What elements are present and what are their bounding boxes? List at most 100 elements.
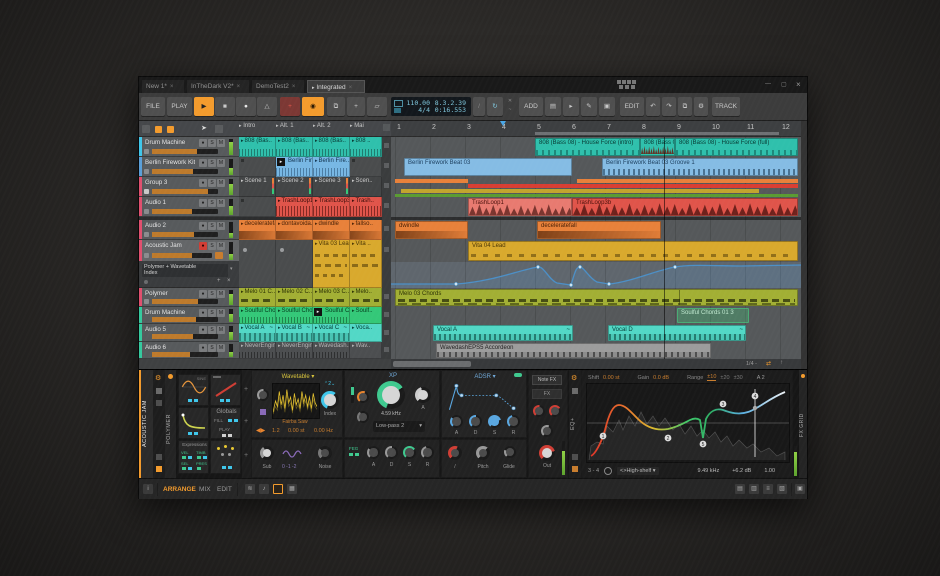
launcher-clip[interactable]: ▸Melo.. [350,288,382,307]
mute-button[interactable]: M [217,139,225,147]
add-track-button[interactable]: ADD [519,97,543,116]
browser-panel-icon[interactable]: ▤ [735,484,745,494]
clip-mod-icon[interactable] [260,409,266,415]
eq-orange-icon[interactable] [572,466,578,472]
mod-slot-icon[interactable] [188,467,192,470]
mod-slot-icon[interactable] [203,456,207,459]
arranger-clip[interactable]: Berlin Firework Beat 03 Groove 1 [602,158,798,176]
arranger-clip[interactable]: WavedashEPS5 Accordeon [436,343,711,358]
group-scene-clip[interactable]: ▸Scene 3 [313,177,350,197]
stop-button[interactable]: ■ [215,97,235,116]
clip-play-icon[interactable]: ▸ [315,325,318,331]
inspector-panel-icon[interactable]: ▥ [749,484,759,494]
res-knob[interactable] [415,387,431,403]
info-icon[interactable]: i [143,484,153,494]
dropdown-icon[interactable]: ▾ [311,374,314,380]
track-row-berlin-firework-kit[interactable]: Berlin Firework Kit ●SM [139,157,239,177]
io-panel-icon[interactable]: ▧ [777,484,787,494]
launcher-clip[interactable]: ▸NeverEngin.. [276,342,313,359]
clip-play-icon[interactable]: ▸ [315,198,318,204]
browser-button[interactable]: ▣ [599,97,615,116]
group-scene-clip[interactable]: ▸Scene 1 [239,177,276,197]
track-menu-button[interactable]: TRACK [712,97,740,116]
launcher-clip[interactable]: ▸deceleratefall [239,220,276,240]
feg-d-knob[interactable] [385,446,398,459]
group-mini-clip[interactable] [468,184,798,188]
env-link-icon[interactable] [514,373,522,377]
solo-button[interactable]: S [208,159,216,167]
arm-button[interactable]: ● [199,179,207,187]
track-row-audio-1[interactable]: Audio 1 ●SM [139,197,239,217]
track-row-drum-machine-2[interactable]: Drum Machine ●SM [139,307,239,324]
launcher-clip[interactable]: ▸808 (Bas.. [276,137,313,157]
device-panel-icon-active[interactable] [273,484,283,494]
mod-slot-icon[interactable] [182,467,186,470]
launcher-clip[interactable]: ▸808 .. [350,137,382,157]
launcher-clip[interactable]: ▸Vocal C~ [313,324,350,342]
eq-band-type-dropdown[interactable]: <>High-shelf ▾ [617,467,658,475]
eq-layers-icon[interactable] [572,388,578,394]
out-knob[interactable] [539,445,555,461]
track-row-audio-5[interactable]: Audio 5 ●SM [139,324,239,342]
file-menu-button[interactable]: FILE [141,97,165,116]
solo-button[interactable]: S [208,290,216,298]
clip-play-icon[interactable]: ▸ [278,178,281,184]
add-modulator-button[interactable]: + [244,452,248,459]
clip-play-icon[interactable]: ▸ [352,198,355,204]
arranger-clip[interactable]: 808 (Bass 08) - House Force (full) [675,138,798,156]
automation-follow-button[interactable]: / [473,97,485,116]
dropdown-icon[interactable]: ▾ [653,468,656,474]
launcher-clip[interactable]: ▸dontavoida.. [276,220,313,240]
project-tab[interactable]: New 1*× [142,80,184,93]
settings-button[interactable]: ⚙ [694,97,708,116]
mute-button[interactable]: M [217,199,225,207]
fill-button[interactable]: ◉ [302,97,324,116]
sub-knob[interactable] [260,446,274,460]
scene-header[interactable]: ▸ Mai [350,123,382,129]
arm-button[interactable]: ● [199,309,207,317]
volume-fader[interactable] [152,253,212,258]
mod-expressions[interactable]: Expressions VEL TIMB SEL PRES [178,440,209,474]
stop-dot-icon[interactable] [243,248,247,252]
volume-fader[interactable] [152,189,218,194]
record-button[interactable]: ● [236,97,256,116]
arranger-hscrollbar[interactable]: 1/4 - ⇄ ↑ [391,359,801,369]
launcher-clip[interactable]: ▸NeverEngin.. [239,342,276,359]
edit-view-button[interactable]: EDIT [217,484,232,495]
mute-button[interactable]: M [217,326,225,334]
mod-slot-icon[interactable] [188,399,192,402]
mod-ramp[interactable] [210,374,241,406]
wavetable-display[interactable] [272,383,320,419]
mod-slot-icon[interactable] [222,434,226,437]
copy-button[interactable]: ⧉ [678,97,692,116]
grid-mode-icon[interactable] [215,125,223,133]
env-amount-slider[interactable] [351,383,354,403]
clip-play-icon[interactable]: ▸ [352,289,355,295]
stop-column-header[interactable] [383,124,390,131]
arm-button[interactable]: ● [199,139,207,147]
volume-fader[interactable] [152,317,218,322]
play-menu-button[interactable]: PLAY [167,97,192,116]
cue-icon[interactable] [394,100,403,107]
track-row-polymer[interactable]: Polymer ●SM [139,288,239,307]
chooser-dot-icon[interactable] [144,280,148,284]
glide-knob[interactable] [504,446,516,458]
edit-menu-button[interactable]: EDIT [620,97,644,116]
mute-button[interactable]: M [217,222,225,230]
empty-clip-slot[interactable] [239,157,276,177]
arranger-clip-alias[interactable]: Soulful Chords 01 3 [677,308,749,323]
launcher-clip[interactable]: ▸808 (Bas.. [239,137,276,157]
polymer-device-strip[interactable]: POLYMER [165,370,177,478]
launcher-clip[interactable]: ▸Vita .. [350,240,382,288]
clip-play-icon[interactable]: ▸ [241,178,244,184]
fxgrid-power-dot[interactable] [801,374,805,378]
zoom-up-icon[interactable]: ↑ [780,360,783,366]
scene-header[interactable]: ▸ Alt. 2 [313,123,349,129]
arranger-clip[interactable]: dwindle [395,221,468,239]
device-track-strip[interactable]: ACOUSTIC JAM [139,370,153,478]
solo-button[interactable]: S [208,199,216,207]
launcher-clip[interactable]: ▸TrashLoop3b [313,197,350,217]
env-s-knob[interactable] [488,415,501,428]
feg-label[interactable]: FEG [349,446,358,451]
launcher-clip[interactable]: ▸Vocal A~ [239,324,276,342]
